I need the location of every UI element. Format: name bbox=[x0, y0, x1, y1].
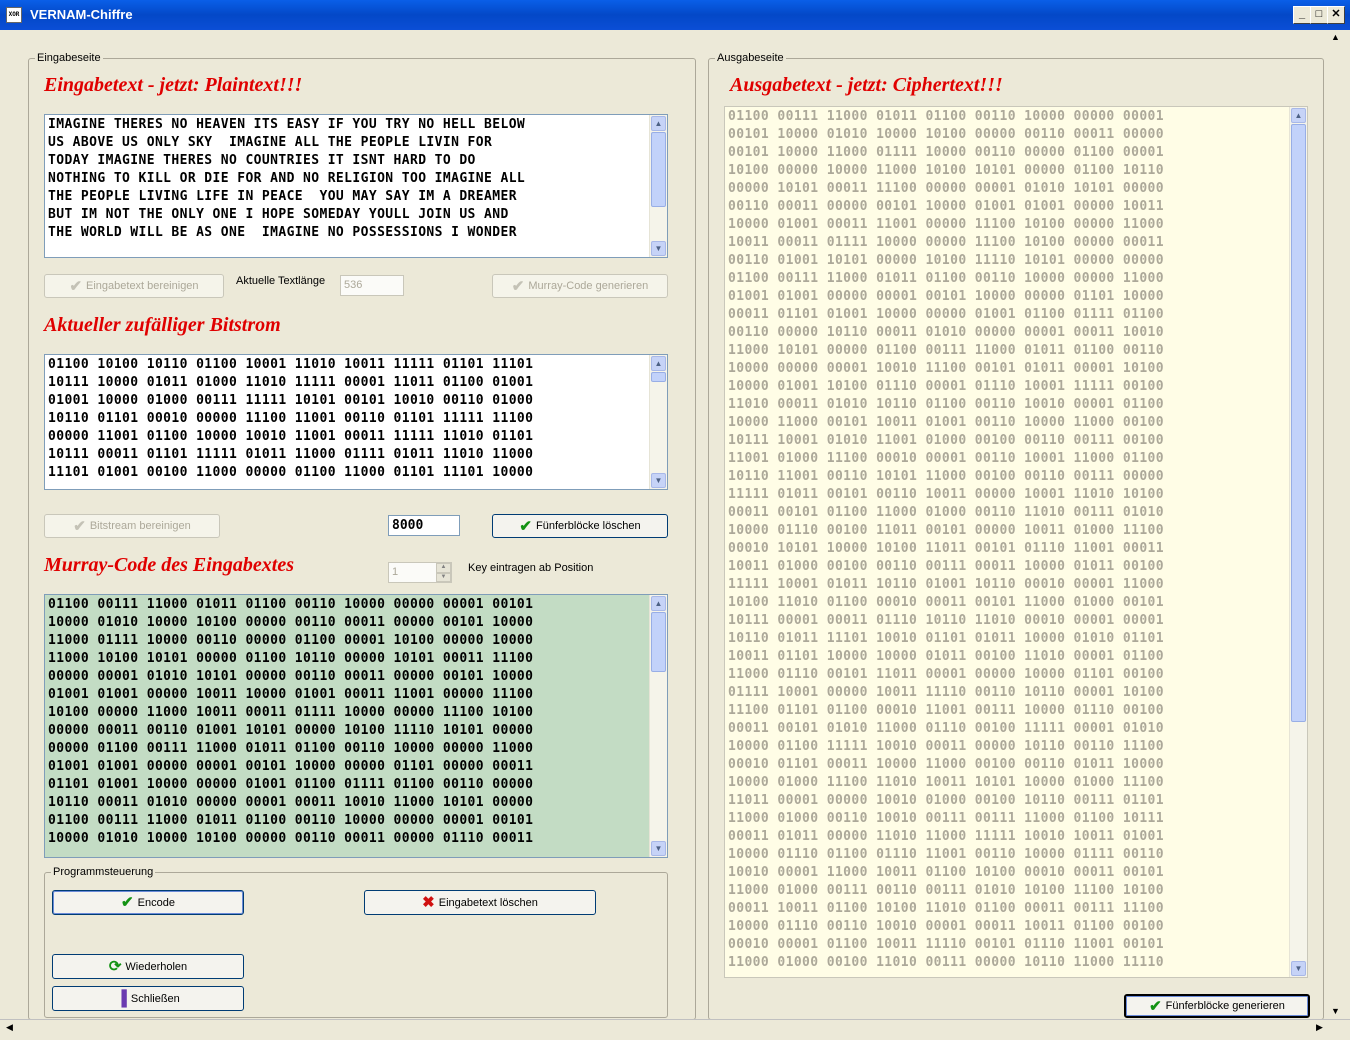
app-icon: XOR bbox=[6, 7, 22, 23]
input-page-legend: Eingabeseite bbox=[35, 52, 103, 64]
exit-door-icon: ▐ bbox=[116, 990, 127, 1007]
window-vertical-scrollbar[interactable]: ▲ ▼ bbox=[1328, 30, 1350, 1020]
ciphertext-content: 01100 00111 11000 01011 01100 00110 1000… bbox=[728, 109, 1165, 970]
murray-generate-button[interactable]: ✔ Murray-Code generieren bbox=[492, 274, 668, 298]
stepper-buttons[interactable]: ▲ ▼ bbox=[436, 563, 451, 582]
clean-text-button[interactable]: ✔ Eingabetext bereinigen bbox=[44, 274, 224, 298]
plaintext-scrollbar[interactable]: ▲ ▼ bbox=[649, 115, 667, 257]
encode-button[interactable]: ✔ Encode bbox=[52, 890, 244, 915]
text-length-field: 536 bbox=[340, 275, 404, 296]
repeat-label: Wiederholen bbox=[125, 960, 188, 973]
murray-code-output[interactable]: 01100 00111 11000 01011 01100 00110 1000… bbox=[44, 594, 668, 858]
check-icon: ✔ bbox=[1149, 997, 1162, 1015]
cross-icon: ✖ bbox=[422, 894, 435, 911]
bitstream-input[interactable]: 01100 10100 10110 01100 10001 11010 1001… bbox=[44, 354, 668, 490]
key-position-value: 1 bbox=[392, 566, 399, 578]
bitstream-content: 01100 10100 10110 01100 10001 11010 1001… bbox=[48, 357, 534, 480]
scroll-thumb[interactable] bbox=[651, 372, 666, 382]
bitstream-length-field[interactable]: 8000 bbox=[388, 515, 460, 536]
stepper-up-icon[interactable]: ▲ bbox=[436, 563, 451, 573]
ciphertext-heading: Ausgabetext - jetzt: Ciphertext!!! bbox=[730, 74, 1003, 96]
clean-bitstream-label: Bitstream bereinigen bbox=[89, 520, 191, 532]
plaintext-input[interactable]: IMAGINE THERES NO HEAVEN ITS EASY IF YOU… bbox=[44, 114, 668, 258]
scroll-right-icon[interactable]: ▶ bbox=[1316, 1022, 1323, 1033]
check-icon: ✔ bbox=[511, 277, 525, 295]
check-icon: ✔ bbox=[69, 277, 83, 295]
window-scroll-up-icon[interactable]: ▲ bbox=[1331, 32, 1340, 42]
maximize-button[interactable]: □ bbox=[1310, 6, 1328, 24]
delete-blocks-label: Fünferblöcke löschen bbox=[536, 520, 641, 532]
ciphertext-output[interactable]: 01100 00111 11000 01011 01100 00110 1000… bbox=[724, 106, 1308, 978]
delete-input-button[interactable]: ✖ Eingabetext löschen bbox=[364, 890, 596, 915]
output-page-legend: Ausgabeseite bbox=[715, 52, 786, 64]
delete-blocks-button[interactable]: ✔ Fünferblöcke löschen bbox=[492, 514, 668, 538]
scroll-down-icon[interactable]: ▼ bbox=[651, 841, 666, 856]
close-window-button[interactable]: ✕ bbox=[1327, 6, 1345, 24]
encode-label: Encode bbox=[137, 896, 175, 909]
murray-scrollbar[interactable]: ▲ ▼ bbox=[649, 595, 667, 857]
stepper-down-icon[interactable]: ▼ bbox=[436, 572, 451, 582]
program-control-legend: Programmsteuerung bbox=[51, 866, 156, 878]
scroll-up-icon[interactable]: ▲ bbox=[651, 116, 666, 131]
bitstream-heading: Aktueller zufälliger Bitstrom bbox=[44, 314, 281, 336]
generate-blocks-button[interactable]: ✔ Fünferblöcke generieren bbox=[1124, 994, 1310, 1018]
check-icon: ✔ bbox=[519, 517, 532, 535]
window-scroll-down-icon[interactable]: ▼ bbox=[1331, 1006, 1340, 1016]
scroll-thumb[interactable] bbox=[651, 612, 666, 672]
window-horizontal-scrollbar[interactable]: ◀ ▶ bbox=[0, 1019, 1350, 1040]
scroll-down-icon[interactable]: ▼ bbox=[1291, 961, 1306, 976]
clean-bitstream-button[interactable]: ✔ Bitstream bereinigen bbox=[44, 514, 220, 538]
text-length-label: Aktuelle Textlänge bbox=[236, 275, 326, 287]
scroll-thumb[interactable] bbox=[651, 132, 666, 207]
murray-code-content: 01100 00111 11000 01011 01100 00110 1000… bbox=[48, 597, 534, 846]
murray-generate-label: Murray-Code generieren bbox=[528, 280, 649, 292]
ciphertext-scrollbar[interactable]: ▲ ▼ bbox=[1289, 107, 1307, 977]
title-bar: XOR VERNAM-Chiffre _ □ ✕ bbox=[0, 0, 1350, 30]
delete-input-label: Eingabetext löschen bbox=[438, 896, 538, 909]
murray-heading: Murray-Code des Eingabextes bbox=[44, 554, 294, 576]
check-icon: ✔ bbox=[73, 517, 86, 535]
check-icon: ✔ bbox=[121, 894, 134, 911]
close-label: Schließen bbox=[130, 992, 180, 1005]
scroll-thumb[interactable] bbox=[1291, 124, 1306, 722]
minimize-button[interactable]: _ bbox=[1293, 6, 1311, 24]
scroll-down-icon[interactable]: ▼ bbox=[651, 241, 666, 256]
scroll-left-icon[interactable]: ◀ bbox=[6, 1022, 13, 1033]
plaintext-content: IMAGINE THERES NO HEAVEN ITS EASY IF YOU… bbox=[48, 117, 526, 240]
scroll-up-icon[interactable]: ▲ bbox=[1291, 108, 1306, 123]
repeat-icon: ⟳ bbox=[108, 958, 122, 975]
plaintext-heading: Eingabetext - jetzt: Plaintext!!! bbox=[44, 74, 303, 96]
close-button[interactable]: ▐ Schließen bbox=[52, 986, 244, 1011]
clean-text-label: Eingabetext bereinigen bbox=[86, 280, 199, 292]
window-title: VERNAM-Chiffre bbox=[30, 7, 133, 22]
key-position-label: Key eintragen ab Position bbox=[468, 562, 594, 574]
scroll-up-icon[interactable]: ▲ bbox=[651, 596, 666, 611]
scroll-down-icon[interactable]: ▼ bbox=[651, 473, 666, 488]
bitstream-scrollbar[interactable]: ▲ ▼ bbox=[649, 355, 667, 489]
key-position-stepper[interactable]: 1 ▲ ▼ bbox=[388, 562, 452, 583]
repeat-button[interactable]: ⟳ Wiederholen bbox=[52, 954, 244, 979]
scroll-up-icon[interactable]: ▲ bbox=[651, 356, 666, 371]
generate-blocks-label: Fünferblöcke generieren bbox=[1165, 1000, 1285, 1012]
